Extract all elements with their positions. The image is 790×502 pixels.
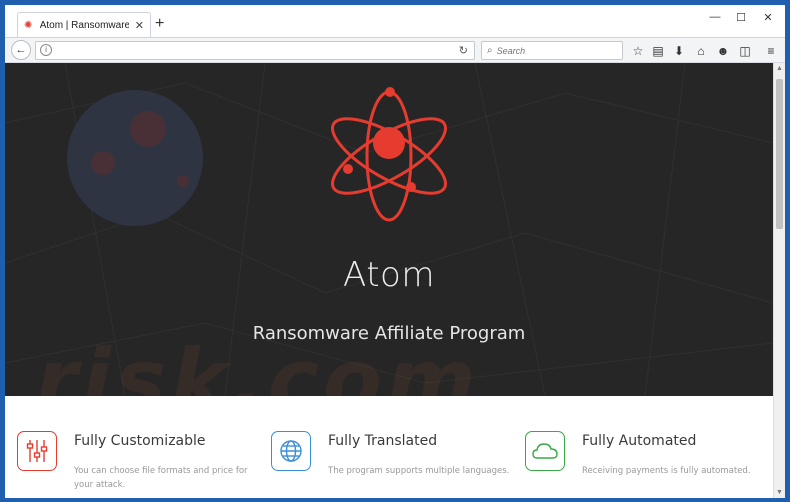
tab-title: Atom | Ransomware Affili...	[39, 20, 129, 31]
feature-title: Fully Automated	[582, 433, 697, 449]
browser-window: ✺ Atom | Ransomware Affili... ✕ + — ☐ ✕ …	[0, 0, 790, 502]
scroll-down-icon[interactable]: ▼	[776, 489, 783, 496]
feature-description: The program supports multiple languages.	[328, 466, 510, 476]
feature-title: Fully Translated	[328, 433, 438, 449]
search-input[interactable]	[496, 45, 607, 56]
watermark-magnifier-icon	[67, 90, 203, 226]
feature-title: Fully Customizable	[74, 433, 206, 449]
maximize-button[interactable]: ☐	[730, 11, 752, 24]
hero-section: risk.com Atom Ransomware Affiliate Progr…	[5, 63, 773, 396]
page-scrollbar[interactable]: ▲ ▼	[773, 63, 785, 498]
tab-bar: ✺ Atom | Ransomware Affili... ✕ + — ☐ ✕	[5, 5, 785, 38]
cloud-icon	[525, 431, 565, 471]
search-bar[interactable]: ⌕	[481, 41, 623, 60]
tab-atom[interactable]: ✺ Atom | Ransomware Affili... ✕	[17, 12, 151, 38]
globe-icon	[271, 431, 311, 471]
browser-frame: ✺ Atom | Ransomware Affili... ✕ + — ☐ ✕ …	[5, 5, 785, 498]
reload-icon[interactable]: ↻	[459, 44, 468, 57]
download-icon[interactable]: ⬇	[670, 42, 688, 60]
minimize-button[interactable]: —	[704, 11, 726, 23]
reading-list-icon[interactable]: ▤	[649, 42, 667, 60]
chat-icon[interactable]: ☻	[714, 42, 732, 60]
tab-close-icon[interactable]: ✕	[135, 19, 144, 32]
search-icon: ⌕	[487, 45, 493, 56]
hero-subtitle: Ransomware Affiliate Program	[252, 323, 526, 344]
menu-icon[interactable]: ≡	[762, 42, 780, 60]
sliders-icon	[17, 431, 57, 471]
atom-logo-icon	[330, 87, 448, 222]
features-section: Fully Customizable You can choose file f…	[5, 396, 773, 498]
bookmark-star-icon[interactable]: ☆	[629, 42, 647, 60]
pocket-icon[interactable]: ◫	[736, 42, 754, 60]
feature-description: Receiving payments is fully automated.	[582, 466, 751, 476]
navigation-bar: ← i ↻ ⌕ ☆ ▤ ⬇ ⌂ ☻ ◫ ≡	[5, 37, 785, 63]
back-button[interactable]: ←	[11, 40, 31, 60]
atom-icon: ✺	[24, 19, 33, 31]
feature-description: You can choose file formats and price fo…	[74, 466, 248, 490]
info-icon[interactable]: i	[40, 44, 52, 56]
scroll-up-icon[interactable]: ▲	[776, 65, 783, 72]
hero-title: Atom	[343, 255, 435, 295]
close-window-button[interactable]: ✕	[757, 11, 779, 24]
web-page: risk.com Atom Ransomware Affiliate Progr…	[5, 63, 773, 498]
url-bar[interactable]: i ↻	[35, 41, 475, 60]
new-tab-button[interactable]: +	[155, 16, 164, 32]
scrollbar-thumb[interactable]	[776, 79, 783, 229]
home-icon[interactable]: ⌂	[692, 42, 710, 60]
